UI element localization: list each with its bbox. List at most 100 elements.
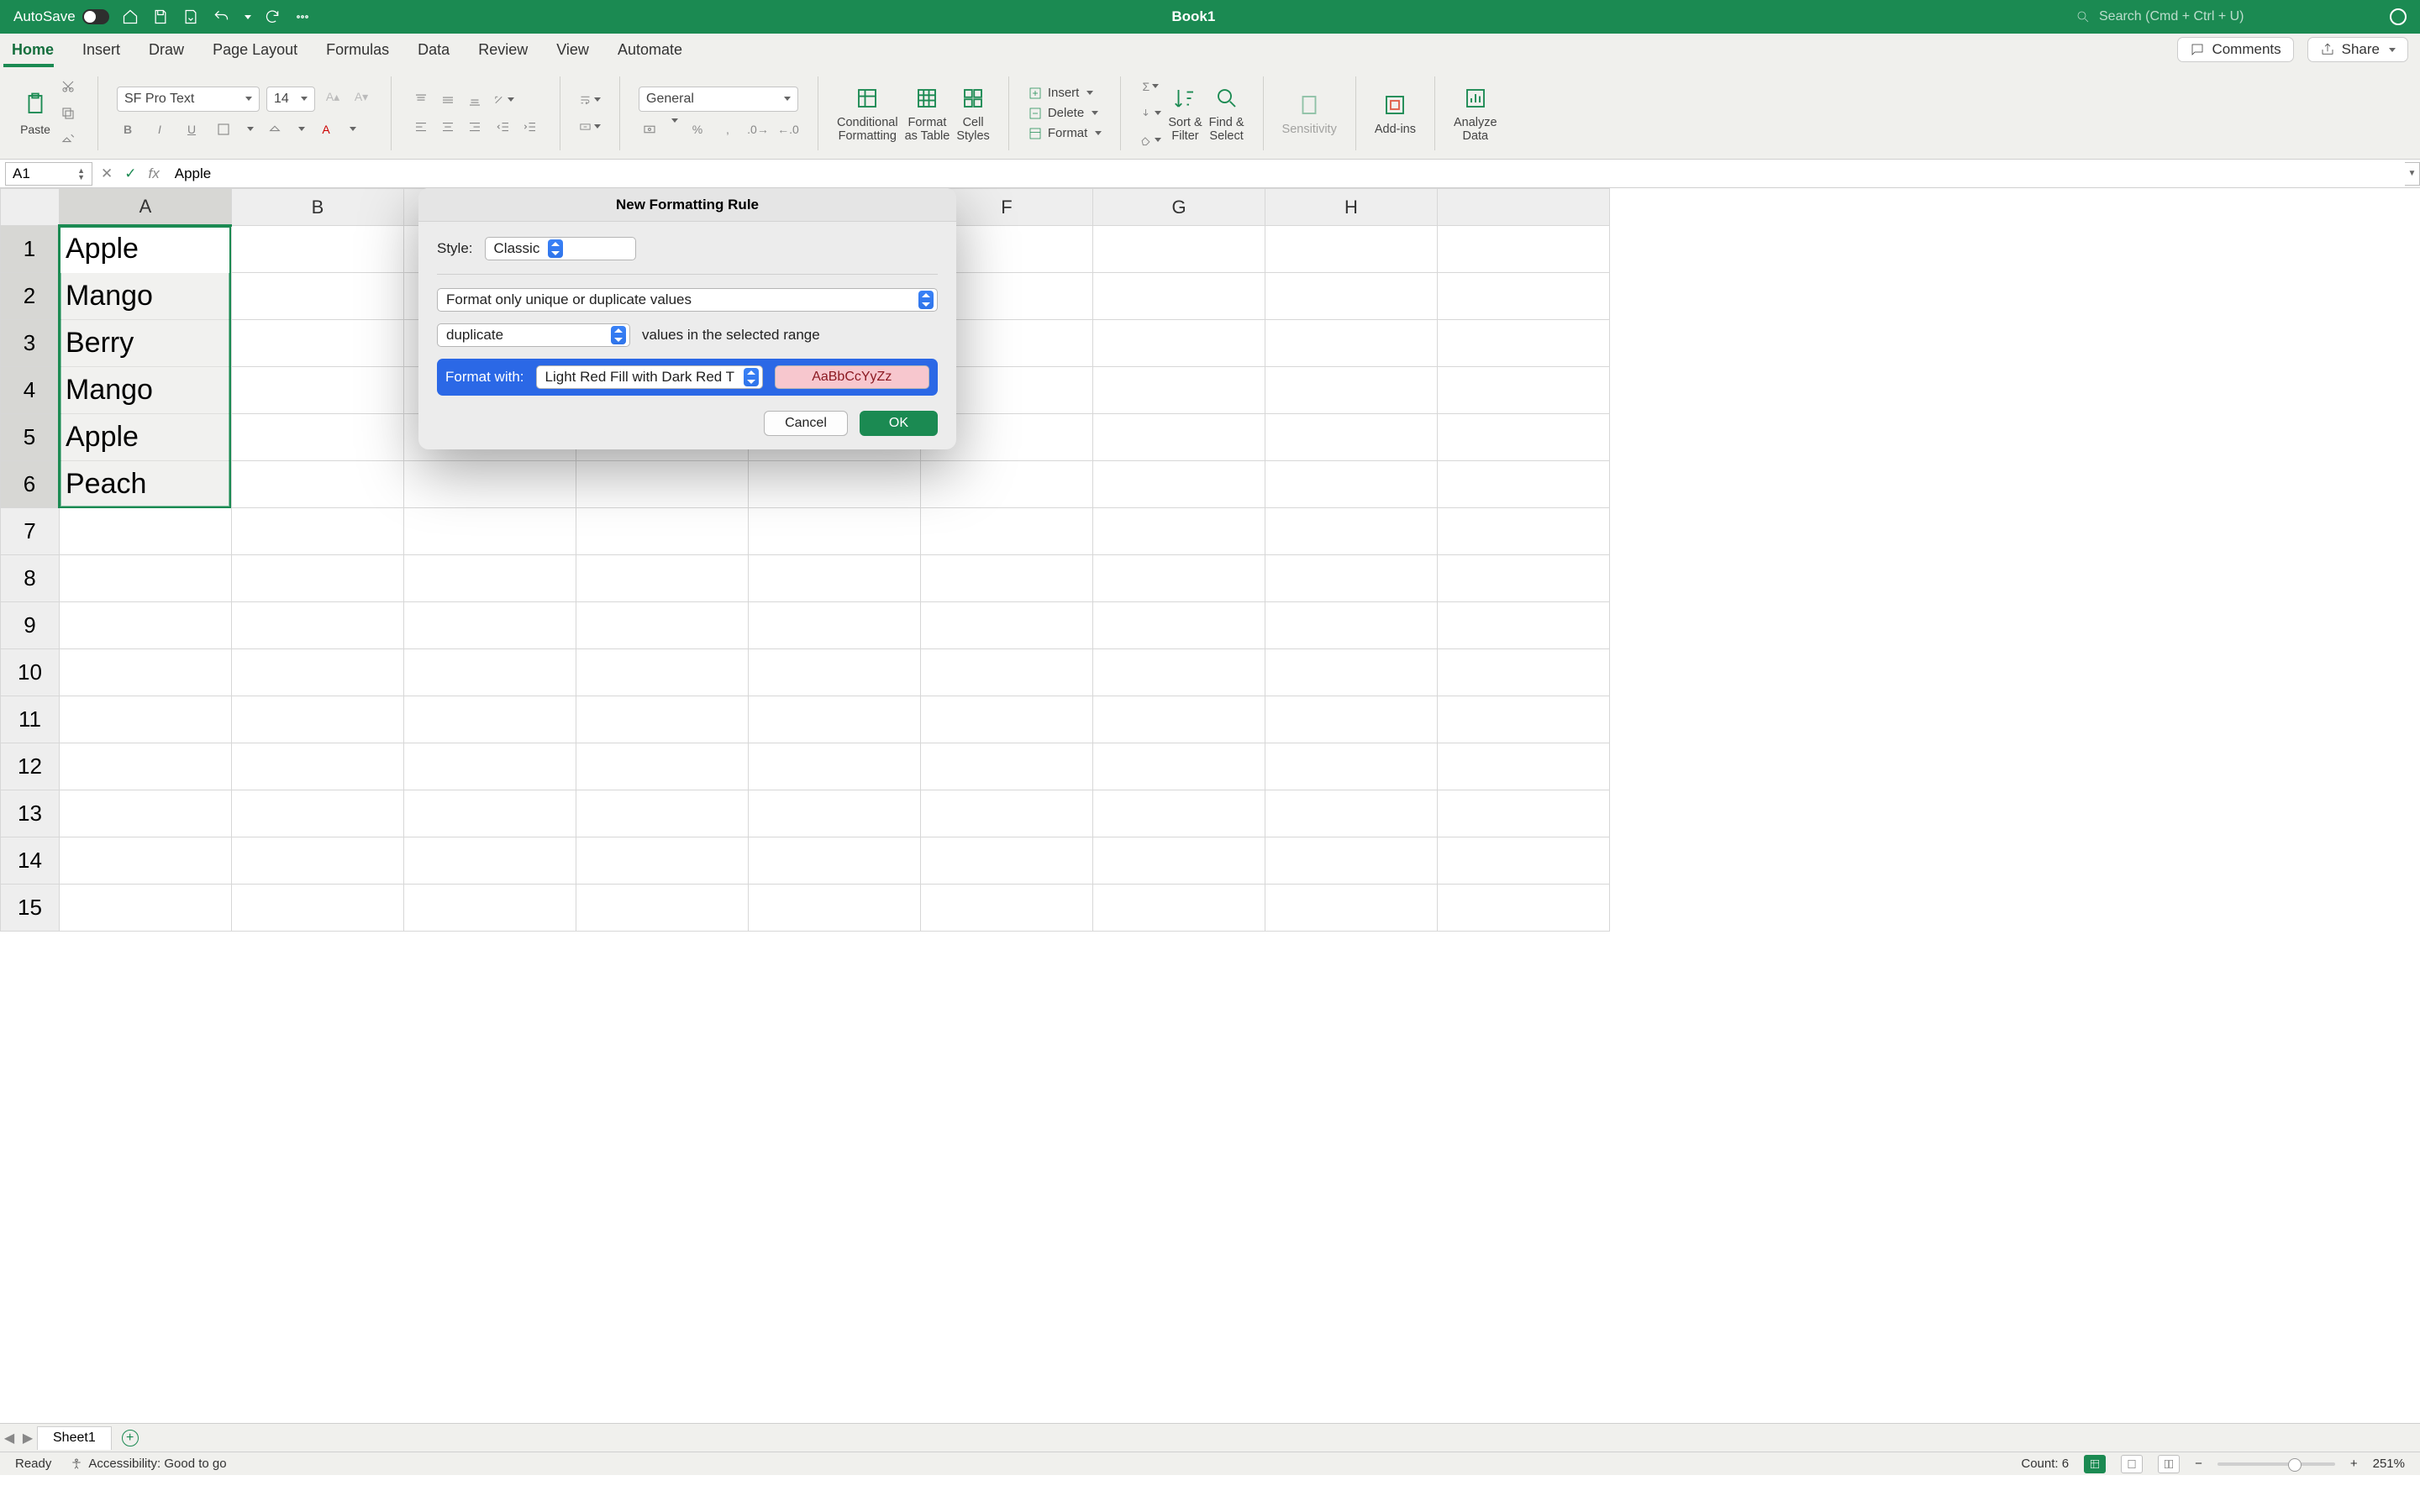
cell[interactable] [404, 790, 576, 837]
cell[interactable] [1438, 602, 1610, 649]
cell[interactable] [1265, 696, 1438, 743]
cell[interactable] [576, 696, 749, 743]
cell[interactable] [232, 837, 404, 885]
find-select-button[interactable]: Find & Select [1209, 83, 1244, 144]
name-box[interactable]: A1 ▲▼ [5, 162, 92, 186]
col-header-I[interactable] [1438, 189, 1610, 226]
zoom-in-button[interactable]: + [2350, 1457, 2358, 1471]
zoom-out-button[interactable]: − [2195, 1457, 2202, 1471]
cut-icon[interactable] [57, 76, 79, 97]
cell[interactable] [60, 555, 232, 602]
inc-decimal-icon[interactable]: .0→ [747, 118, 769, 140]
cell[interactable] [1438, 885, 1610, 932]
cell[interactable] [60, 414, 232, 461]
cell[interactable] [749, 696, 921, 743]
save-icon[interactable] [151, 8, 170, 26]
row-header-11[interactable]: 11 [1, 696, 60, 743]
cell[interactable] [1265, 555, 1438, 602]
cell[interactable] [1265, 273, 1438, 320]
style-select[interactable]: Classic [485, 237, 636, 260]
col-header-G[interactable]: G [1093, 189, 1265, 226]
cell[interactable] [232, 743, 404, 790]
dec-decimal-icon[interactable]: ←.0 [777, 118, 799, 140]
cell[interactable] [749, 649, 921, 696]
duplicate-select[interactable]: duplicate [437, 323, 630, 347]
sort-filter-button[interactable]: Sort & Filter [1168, 83, 1202, 144]
cell[interactable] [60, 837, 232, 885]
cell[interactable] [1093, 273, 1265, 320]
fill-color-icon[interactable] [264, 118, 286, 140]
view-page-layout-button[interactable] [2121, 1455, 2143, 1473]
cell[interactable] [404, 508, 576, 555]
cell[interactable] [60, 602, 232, 649]
cell[interactable] [576, 837, 749, 885]
format-with-select[interactable]: Light Red Fill with Dark Red T… [536, 365, 763, 389]
cell[interactable] [576, 790, 749, 837]
share-button[interactable]: Share [2307, 37, 2408, 62]
cell[interactable] [921, 696, 1093, 743]
enter-formula-icon[interactable]: ✓ [124, 165, 136, 182]
cell[interactable] [404, 743, 576, 790]
row-header-7[interactable]: 7 [1, 508, 60, 555]
more-icon[interactable] [293, 8, 312, 26]
cell[interactable] [404, 696, 576, 743]
undo-menu-caret[interactable] [245, 15, 251, 19]
insert-cells-button[interactable]: Insert [1028, 86, 1102, 101]
formula-expand-icon[interactable]: ▼ [2405, 162, 2420, 186]
copy-icon[interactable] [57, 102, 79, 124]
cell[interactable] [921, 602, 1093, 649]
cell[interactable] [404, 461, 576, 508]
sheet-nav-prev-icon[interactable]: ◀ [0, 1430, 18, 1446]
cell[interactable] [1265, 320, 1438, 367]
row-header-2[interactable]: 2 [1, 273, 60, 320]
cell[interactable] [60, 790, 232, 837]
cell[interactable] [232, 508, 404, 555]
analyze-data-button[interactable]: Analyze Data [1454, 83, 1497, 144]
cell[interactable] [232, 414, 404, 461]
tab-data[interactable]: Data [418, 36, 450, 67]
col-header-B[interactable]: B [232, 189, 404, 226]
cell[interactable] [1093, 555, 1265, 602]
shrink-font-icon[interactable]: A▾ [350, 87, 372, 108]
cell[interactable] [921, 885, 1093, 932]
cell[interactable] [232, 273, 404, 320]
cell[interactable] [1093, 508, 1265, 555]
cell[interactable] [60, 885, 232, 932]
delete-cells-button[interactable]: Delete [1028, 106, 1102, 121]
format-cells-button[interactable]: Format [1028, 126, 1102, 141]
cell[interactable] [1093, 320, 1265, 367]
row-header-12[interactable]: 12 [1, 743, 60, 790]
cell[interactable] [749, 508, 921, 555]
addins-button[interactable]: Add-ins [1375, 90, 1416, 137]
search-field[interactable]: Search (Cmd + Ctrl + U) [2075, 9, 2361, 24]
cell[interactable] [60, 367, 232, 414]
cell[interactable] [232, 555, 404, 602]
row-header-3[interactable]: 3 [1, 320, 60, 367]
home-icon[interactable] [121, 8, 139, 26]
cell[interactable] [1093, 790, 1265, 837]
cell[interactable] [232, 885, 404, 932]
cell[interactable] [1093, 367, 1265, 414]
cell[interactable] [749, 837, 921, 885]
font-color-icon[interactable]: A [315, 118, 337, 140]
font-size-select[interactable]: 14 [266, 87, 315, 112]
cell[interactable] [576, 508, 749, 555]
select-all-corner[interactable] [1, 189, 60, 226]
autosave-toggle[interactable] [82, 9, 109, 24]
tab-draw[interactable]: Draw [149, 36, 184, 67]
cell[interactable] [1093, 885, 1265, 932]
cell[interactable] [749, 790, 921, 837]
font-name-select[interactable]: SF Pro Text [117, 87, 260, 112]
tab-insert[interactable]: Insert [82, 36, 120, 67]
indent-increase-icon[interactable] [519, 116, 541, 138]
cell[interactable] [232, 461, 404, 508]
cell-styles-button[interactable]: Cell Styles [956, 83, 990, 144]
cell[interactable] [576, 602, 749, 649]
cell[interactable] [1438, 367, 1610, 414]
cell[interactable] [60, 508, 232, 555]
cell[interactable] [1438, 414, 1610, 461]
align-bottom-icon[interactable] [464, 89, 486, 111]
tab-home[interactable]: Home [12, 36, 54, 67]
row-header-14[interactable]: 14 [1, 837, 60, 885]
comma-icon[interactable]: , [717, 118, 739, 140]
